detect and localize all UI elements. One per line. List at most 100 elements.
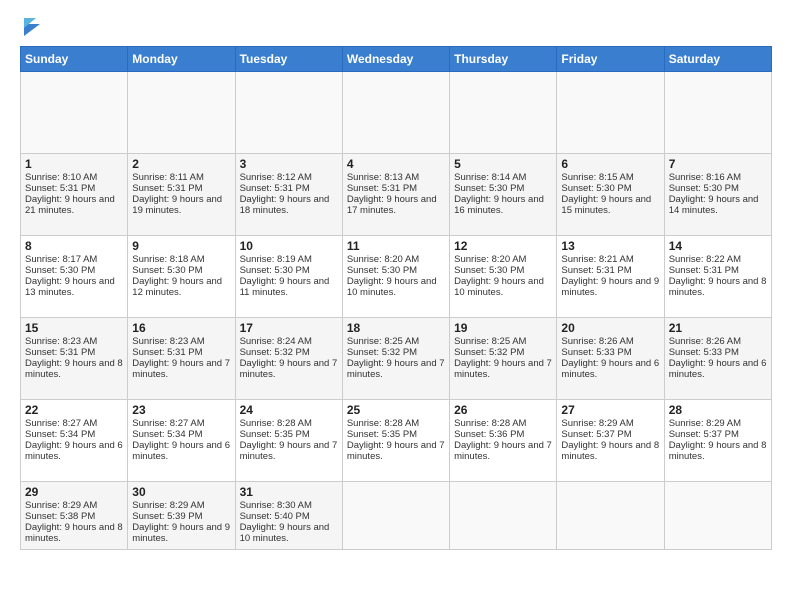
day-number: 18 [347, 321, 445, 335]
sunset-line: Sunset: 5:30 PM [132, 265, 202, 276]
sunrise-line: Sunrise: 8:17 AM [25, 254, 97, 265]
daylight-line: Daylight: 9 hours and 17 minutes. [347, 194, 437, 216]
sunset-line: Sunset: 5:30 PM [240, 265, 310, 276]
calendar-week-5: 29Sunrise: 8:29 AMSunset: 5:38 PMDayligh… [21, 482, 772, 550]
sunset-line: Sunset: 5:33 PM [561, 347, 631, 358]
calendar-cell [664, 72, 771, 154]
day-number: 8 [25, 239, 123, 253]
daylight-line: Daylight: 9 hours and 7 minutes. [347, 358, 445, 380]
daylight-line: Daylight: 9 hours and 10 minutes. [454, 276, 544, 298]
sunset-line: Sunset: 5:35 PM [347, 429, 417, 440]
calendar-table: SundayMondayTuesdayWednesdayThursdayFrid… [20, 46, 772, 550]
sunrise-line: Sunrise: 8:11 AM [132, 172, 204, 183]
calendar-cell [557, 482, 664, 550]
calendar-cell: 14Sunrise: 8:22 AMSunset: 5:31 PMDayligh… [664, 236, 771, 318]
day-number: 9 [132, 239, 230, 253]
calendar-cell: 5Sunrise: 8:14 AMSunset: 5:30 PMDaylight… [450, 154, 557, 236]
calendar-cell: 11Sunrise: 8:20 AMSunset: 5:30 PMDayligh… [342, 236, 449, 318]
daylight-line: Daylight: 9 hours and 16 minutes. [454, 194, 544, 216]
sunset-line: Sunset: 5:31 PM [669, 265, 739, 276]
calendar-cell [21, 72, 128, 154]
day-number: 10 [240, 239, 338, 253]
sunset-line: Sunset: 5:32 PM [240, 347, 310, 358]
daylight-line: Daylight: 9 hours and 8 minutes. [25, 358, 123, 380]
daylight-line: Daylight: 9 hours and 7 minutes. [347, 440, 445, 462]
sunrise-line: Sunrise: 8:27 AM [25, 418, 97, 429]
daylight-line: Daylight: 9 hours and 6 minutes. [561, 358, 659, 380]
sunset-line: Sunset: 5:36 PM [454, 429, 524, 440]
calendar-cell: 19Sunrise: 8:25 AMSunset: 5:32 PMDayligh… [450, 318, 557, 400]
calendar-header-wednesday: Wednesday [342, 47, 449, 72]
sunset-line: Sunset: 5:31 PM [347, 183, 417, 194]
sunrise-line: Sunrise: 8:13 AM [347, 172, 419, 183]
sunset-line: Sunset: 5:30 PM [561, 183, 631, 194]
sunset-line: Sunset: 5:37 PM [561, 429, 631, 440]
calendar-cell: 8Sunrise: 8:17 AMSunset: 5:30 PMDaylight… [21, 236, 128, 318]
day-number: 5 [454, 157, 552, 171]
day-number: 21 [669, 321, 767, 335]
daylight-line: Daylight: 9 hours and 6 minutes. [132, 440, 230, 462]
calendar-cell: 27Sunrise: 8:29 AMSunset: 5:37 PMDayligh… [557, 400, 664, 482]
sunset-line: Sunset: 5:38 PM [25, 511, 95, 522]
calendar-cell: 6Sunrise: 8:15 AMSunset: 5:30 PMDaylight… [557, 154, 664, 236]
day-number: 24 [240, 403, 338, 417]
daylight-line: Daylight: 9 hours and 14 minutes. [669, 194, 759, 216]
sunrise-line: Sunrise: 8:20 AM [454, 254, 526, 265]
day-number: 1 [25, 157, 123, 171]
sunset-line: Sunset: 5:30 PM [25, 265, 95, 276]
day-number: 23 [132, 403, 230, 417]
day-number: 31 [240, 485, 338, 499]
day-number: 26 [454, 403, 552, 417]
calendar-cell: 2Sunrise: 8:11 AMSunset: 5:31 PMDaylight… [128, 154, 235, 236]
sunrise-line: Sunrise: 8:24 AM [240, 336, 312, 347]
calendar-cell [557, 72, 664, 154]
sunset-line: Sunset: 5:31 PM [132, 347, 202, 358]
sunrise-line: Sunrise: 8:29 AM [132, 500, 204, 511]
day-number: 29 [25, 485, 123, 499]
daylight-line: Daylight: 9 hours and 11 minutes. [240, 276, 330, 298]
sunrise-line: Sunrise: 8:20 AM [347, 254, 419, 265]
calendar-header-sunday: Sunday [21, 47, 128, 72]
sunrise-line: Sunrise: 8:29 AM [561, 418, 633, 429]
sunrise-line: Sunrise: 8:28 AM [240, 418, 312, 429]
calendar-header-saturday: Saturday [664, 47, 771, 72]
calendar-week-2: 8Sunrise: 8:17 AMSunset: 5:30 PMDaylight… [21, 236, 772, 318]
daylight-line: Daylight: 9 hours and 8 minutes. [561, 440, 659, 462]
daylight-line: Daylight: 9 hours and 10 minutes. [240, 522, 330, 544]
day-number: 16 [132, 321, 230, 335]
day-number: 27 [561, 403, 659, 417]
day-number: 2 [132, 157, 230, 171]
daylight-line: Daylight: 9 hours and 18 minutes. [240, 194, 330, 216]
sunrise-line: Sunrise: 8:15 AM [561, 172, 633, 183]
calendar-header-friday: Friday [557, 47, 664, 72]
sunrise-line: Sunrise: 8:28 AM [347, 418, 419, 429]
calendar-cell: 25Sunrise: 8:28 AMSunset: 5:35 PMDayligh… [342, 400, 449, 482]
calendar-cell: 16Sunrise: 8:23 AMSunset: 5:31 PMDayligh… [128, 318, 235, 400]
calendar-cell [235, 72, 342, 154]
sunrise-line: Sunrise: 8:19 AM [240, 254, 312, 265]
calendar-cell: 21Sunrise: 8:26 AMSunset: 5:33 PMDayligh… [664, 318, 771, 400]
daylight-line: Daylight: 9 hours and 8 minutes. [25, 522, 123, 544]
calendar-cell [664, 482, 771, 550]
daylight-line: Daylight: 9 hours and 9 minutes. [561, 276, 659, 298]
day-number: 14 [669, 239, 767, 253]
page: SundayMondayTuesdayWednesdayThursdayFrid… [0, 0, 792, 612]
sunset-line: Sunset: 5:35 PM [240, 429, 310, 440]
daylight-line: Daylight: 9 hours and 7 minutes. [240, 440, 338, 462]
daylight-line: Daylight: 9 hours and 10 minutes. [347, 276, 437, 298]
daylight-line: Daylight: 9 hours and 19 minutes. [132, 194, 222, 216]
sunset-line: Sunset: 5:33 PM [669, 347, 739, 358]
calendar-cell: 30Sunrise: 8:29 AMSunset: 5:39 PMDayligh… [128, 482, 235, 550]
day-number: 19 [454, 321, 552, 335]
sunrise-line: Sunrise: 8:16 AM [669, 172, 741, 183]
day-number: 28 [669, 403, 767, 417]
calendar-week-3: 15Sunrise: 8:23 AMSunset: 5:31 PMDayligh… [21, 318, 772, 400]
calendar-cell: 7Sunrise: 8:16 AMSunset: 5:30 PMDaylight… [664, 154, 771, 236]
header [20, 16, 772, 36]
sunrise-line: Sunrise: 8:25 AM [454, 336, 526, 347]
sunrise-line: Sunrise: 8:23 AM [25, 336, 97, 347]
calendar-week-0 [21, 72, 772, 154]
sunset-line: Sunset: 5:30 PM [347, 265, 417, 276]
daylight-line: Daylight: 9 hours and 15 minutes. [561, 194, 651, 216]
calendar-cell: 22Sunrise: 8:27 AMSunset: 5:34 PMDayligh… [21, 400, 128, 482]
